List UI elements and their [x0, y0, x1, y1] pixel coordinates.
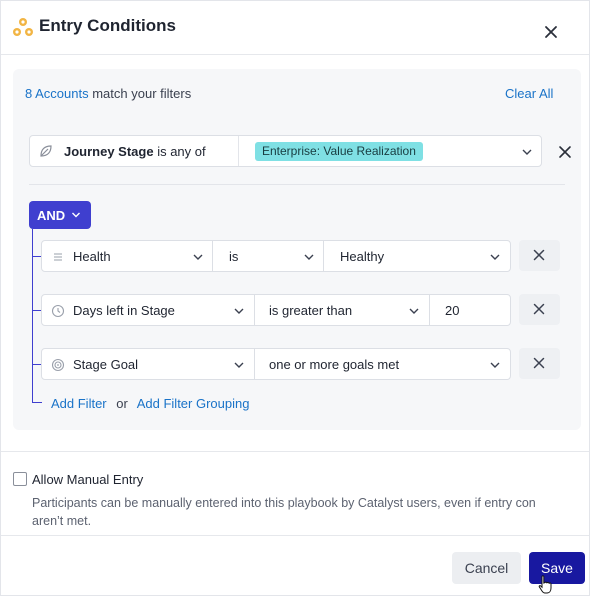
field-value: Days left in Stage [73, 303, 175, 318]
section-divider [1, 451, 589, 452]
field-select-stage-goal[interactable]: Stage Goal [41, 348, 255, 380]
manual-entry-label[interactable]: Allow Manual Entry [32, 472, 143, 487]
chevron-down-icon[interactable] [521, 146, 533, 158]
close-icon [533, 249, 545, 261]
or-text: or [116, 396, 128, 411]
operator-select-days-left[interactable]: is greater than [254, 294, 430, 326]
section-divider [29, 184, 565, 185]
chevron-down-icon [304, 254, 314, 260]
close-icon [533, 303, 545, 315]
clear-all-link[interactable]: Clear All [505, 86, 553, 101]
target-icon [51, 358, 65, 372]
value-select-health[interactable]: Healthy [323, 240, 511, 272]
chevron-down-icon [490, 254, 500, 260]
add-filter-grouping-link[interactable]: Add Filter Grouping [137, 396, 250, 411]
input-value: 20 [445, 303, 460, 318]
chevron-down-icon [193, 254, 203, 260]
chevron-down-icon [72, 212, 80, 218]
and-operator-button[interactable]: AND [29, 201, 91, 229]
accounts-count-link[interactable]: 8 Accounts [25, 86, 89, 101]
match-summary-text: match your filters [88, 86, 192, 101]
journey-stage-operator: is any of [153, 144, 206, 159]
chevron-down-icon [409, 308, 419, 314]
chevron-down-icon [490, 362, 500, 368]
hand-pointer-cursor-icon [538, 575, 552, 594]
playbook-logo-icon [13, 18, 33, 36]
operator-value: is [229, 249, 239, 264]
add-filter-link[interactable]: Add Filter [51, 396, 107, 411]
days-value-input[interactable]: 20 [429, 294, 511, 326]
remove-filter-button[interactable] [519, 294, 560, 325]
stage-value-tag[interactable]: Enterprise: Value Realization [255, 142, 423, 161]
cancel-label: Cancel [464, 560, 509, 576]
cancel-button[interactable]: Cancel [452, 552, 521, 584]
journey-stage-label: Journey Stage is any of [64, 144, 206, 159]
description-line: Participants can be manually entered int… [32, 496, 536, 510]
dialog-header: Entry Conditions [1, 1, 589, 55]
entry-conditions-dialog: Entry Conditions 8 Accounts match your f… [0, 0, 590, 596]
footer-divider [1, 535, 589, 536]
chevron-down-icon [234, 308, 244, 314]
field-select-health[interactable]: Health [41, 240, 213, 272]
manual-entry-checkbox[interactable] [13, 472, 27, 486]
journey-stage-field: Journey Stage [64, 144, 154, 159]
field-select-days-left[interactable]: Days left in Stage [41, 294, 255, 326]
remove-filter-button[interactable] [519, 240, 560, 271]
add-filter-row: Add Filter or Add Filter Grouping [51, 396, 249, 411]
field-value: Stage Goal [73, 357, 139, 372]
remove-stage-filter-icon[interactable] [558, 145, 572, 159]
close-icon[interactable] [541, 22, 561, 42]
operator-value: is greater than [269, 303, 353, 318]
and-operator-label: AND [37, 208, 66, 223]
field-value: Health [73, 249, 111, 264]
leaf-icon [40, 145, 52, 157]
description-line: aren’t met. [32, 514, 92, 528]
save-label: Save [541, 560, 573, 576]
field-divider [238, 136, 239, 166]
clock-icon [51, 304, 65, 318]
value-text: Healthy [340, 249, 385, 264]
operator-select-health[interactable]: is [212, 240, 324, 272]
operator-select-stage-goal[interactable]: one or more goals met [254, 348, 511, 380]
manual-entry-description: Participants can be manually entered int… [32, 494, 589, 530]
journey-stage-filter[interactable]: Journey Stage is any of Enterprise: Valu… [29, 135, 542, 167]
list-icon [54, 253, 62, 261]
close-icon [533, 357, 545, 369]
chevron-down-icon [234, 362, 244, 368]
operator-value: one or more goals met [269, 357, 400, 372]
dialog-title: Entry Conditions [39, 16, 176, 35]
tree-branch [32, 402, 42, 403]
match-summary: 8 Accounts match your filters [25, 86, 191, 101]
remove-filter-button[interactable] [519, 348, 560, 379]
